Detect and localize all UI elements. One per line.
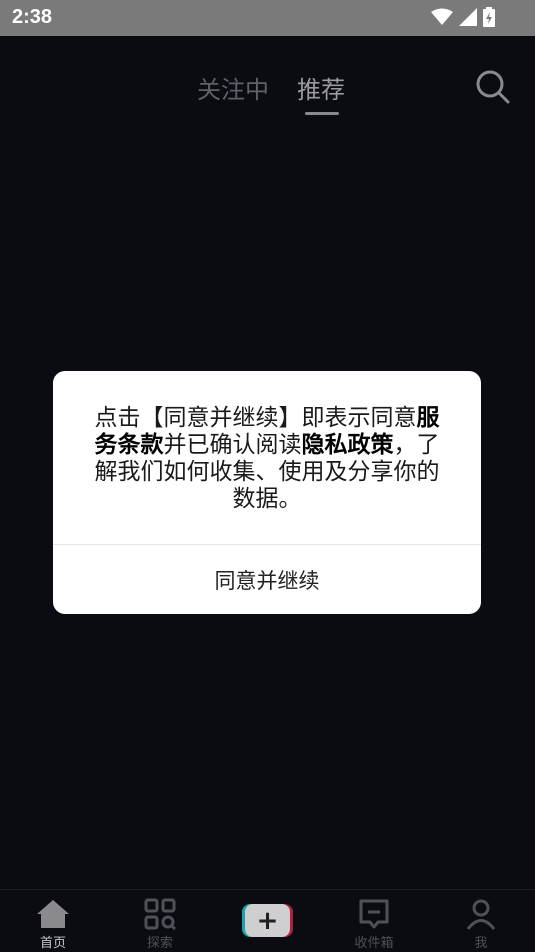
nav-label: 我 (474, 936, 488, 951)
search-icon[interactable] (476, 70, 510, 108)
tab-following[interactable]: 关注中 (197, 70, 269, 105)
consent-dialog: 点击【同意并继续】即表示同意服务条款并已确认阅读隐私政策，了解我们如何收集、使用… (53, 371, 481, 614)
message-text: 并已确认阅读 (163, 432, 302, 458)
wifi-icon (431, 8, 453, 26)
status-bar: 2:38 (0, 0, 535, 36)
nav-label: 探索 (146, 936, 173, 951)
profile-icon (465, 898, 497, 932)
home-icon (35, 898, 71, 932)
discover-grid-icon (144, 898, 177, 932)
plus-icon: + (245, 904, 290, 937)
nav-profile[interactable]: 我 (441, 890, 521, 952)
consent-message: 点击【同意并继续】即表示同意服务条款并已确认阅读隐私政策，了解我们如何收集、使用… (85, 405, 449, 513)
nav-label: 收件箱 (354, 936, 394, 951)
bottom-nav: 首页 探索 + 收件箱 我 (0, 889, 535, 952)
privacy-policy-link[interactable]: 隐私政策 (302, 432, 394, 458)
create-button[interactable]: + (242, 904, 293, 937)
nav-discover[interactable]: 探索 (120, 890, 200, 952)
active-tab-indicator (305, 112, 339, 115)
tab-recommended[interactable]: 推荐 (297, 70, 345, 105)
nav-home[interactable]: 首页 (13, 890, 93, 952)
status-time: 2:38 (12, 6, 53, 28)
inbox-icon (358, 898, 390, 932)
top-nav: 关注中 推荐 (0, 36, 535, 126)
agree-continue-button[interactable]: 同意并继续 (53, 545, 481, 614)
nav-inbox[interactable]: 收件箱 (334, 890, 414, 952)
cell-signal-icon (459, 8, 477, 26)
status-icons (431, 7, 495, 27)
message-text: 点击【同意并继续】即表示同意 (94, 405, 417, 431)
battery-charging-icon (483, 7, 495, 27)
nav-label: 首页 (39, 936, 66, 951)
